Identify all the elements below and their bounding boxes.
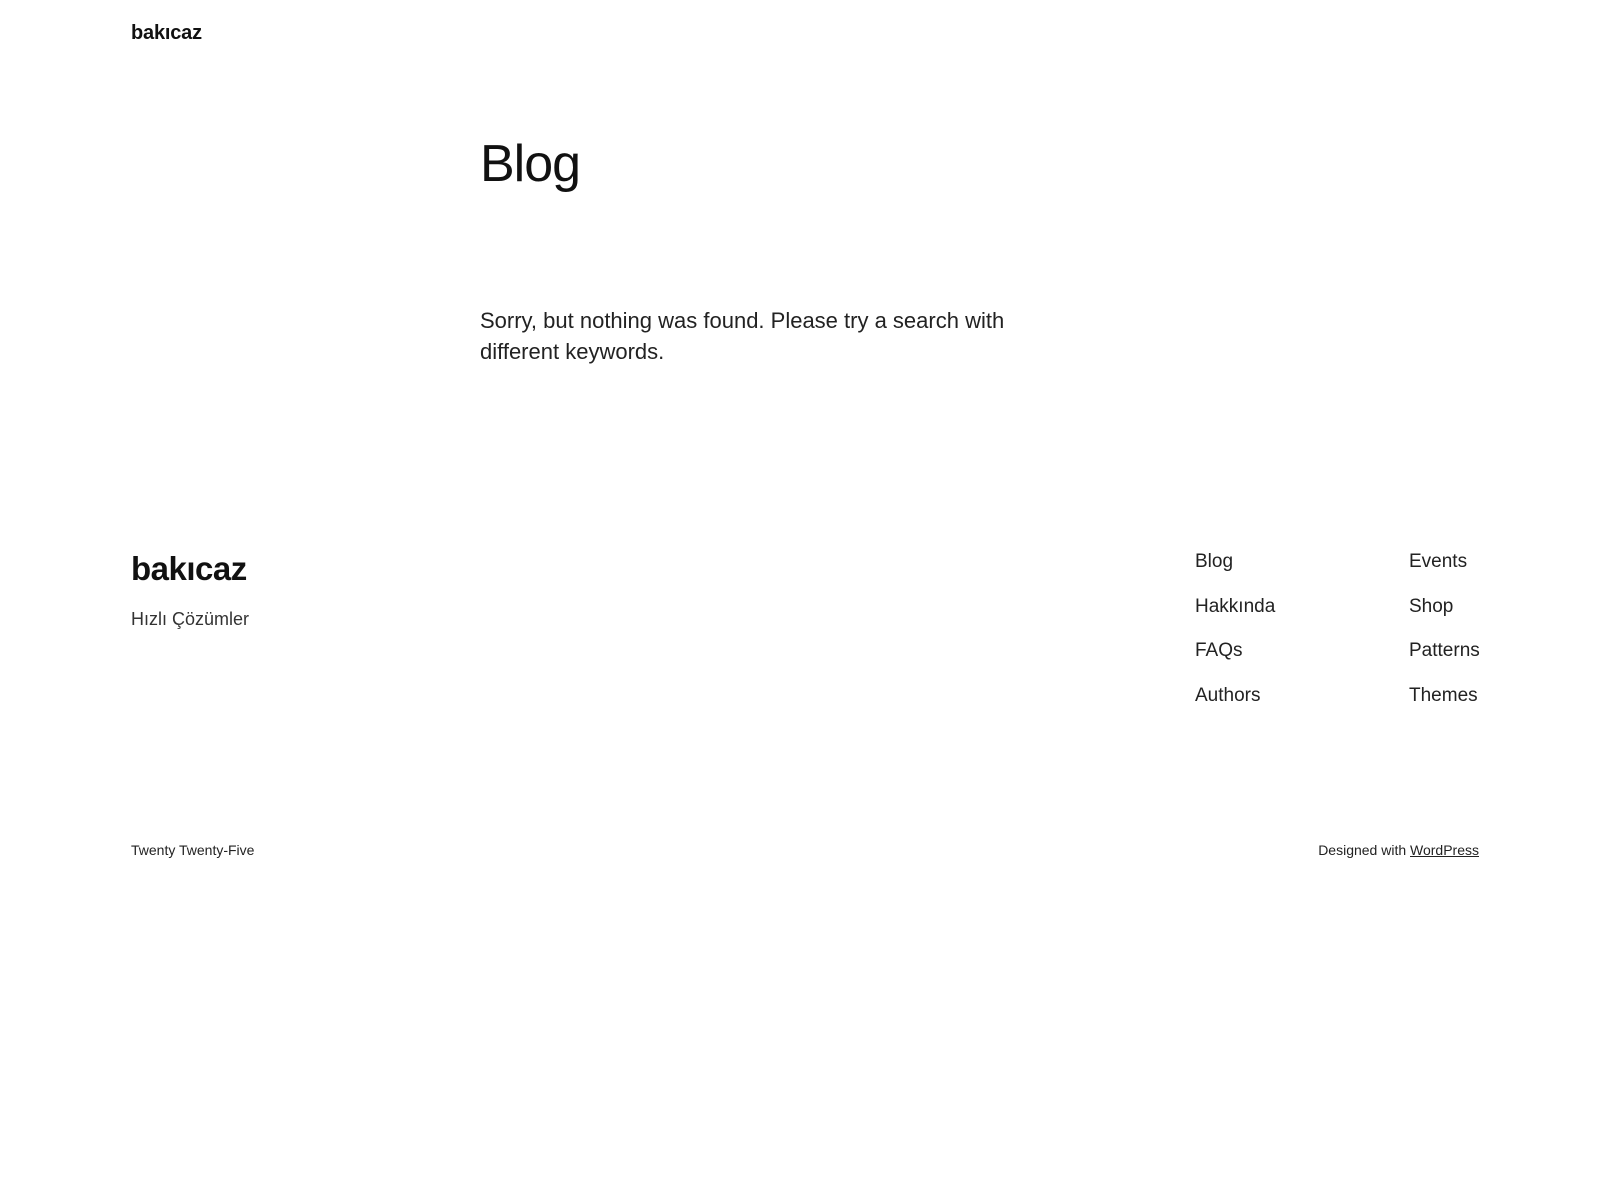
- footer-nav-item-blog[interactable]: Blog: [1195, 551, 1275, 596]
- site-title-link[interactable]: bakıcaz: [131, 22, 202, 45]
- footer-nav-item-faqs[interactable]: FAQs: [1195, 640, 1275, 685]
- footer-site-title-link[interactable]: bakıcaz: [131, 550, 247, 588]
- page-title: Blog: [480, 135, 581, 193]
- footer-tagline: Hızlı Çözümler: [131, 609, 250, 629]
- footer-nav-item-themes[interactable]: Themes: [1409, 685, 1480, 730]
- theme-credit: Twenty Twenty-Five: [131, 842, 255, 858]
- wordpress-link[interactable]: WordPress: [1410, 842, 1479, 858]
- footer-nav-primary: Blog Hakkında FAQs Authors: [1195, 551, 1275, 729]
- footer-nav-item-authors[interactable]: Authors: [1195, 685, 1275, 730]
- footer-nav-secondary: Events Shop Patterns Themes: [1409, 551, 1480, 729]
- footer-nav-item-shop[interactable]: Shop: [1409, 596, 1480, 641]
- designed-with-credit: Designed with WordPress: [1318, 842, 1479, 858]
- no-results-message: Sorry, but nothing was found. Please try…: [480, 308, 1005, 364]
- footer-nav-item-patterns[interactable]: Patterns: [1409, 640, 1480, 685]
- designed-with-text: Designed with: [1318, 842, 1407, 858]
- footer-nav-item-hakkinda[interactable]: Hakkında: [1195, 596, 1275, 641]
- footer-nav-item-events[interactable]: Events: [1409, 551, 1480, 596]
